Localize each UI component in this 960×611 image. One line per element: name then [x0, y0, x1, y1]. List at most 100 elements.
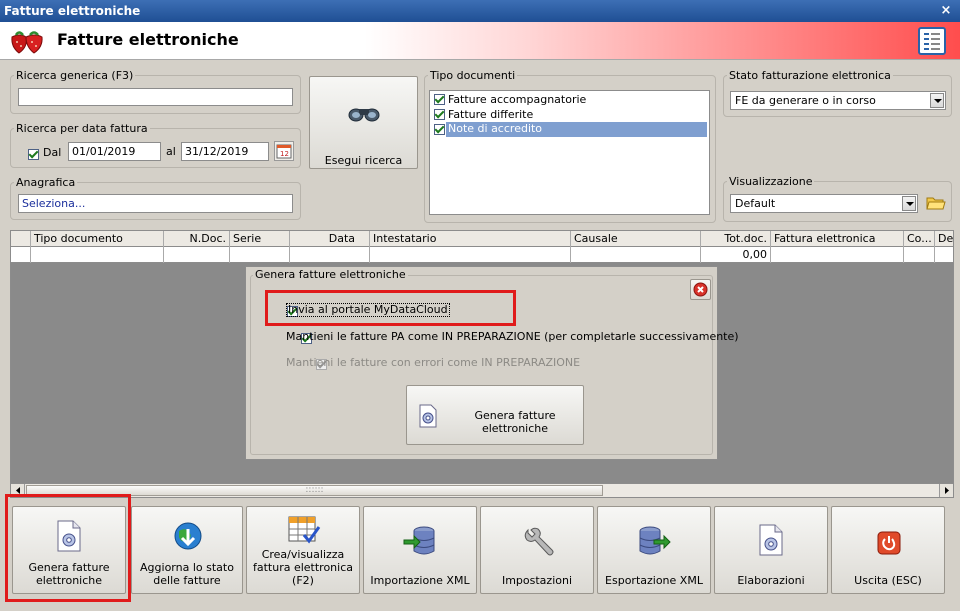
document-type-label: Note di accredito	[446, 122, 707, 137]
einvoice-status-value: FE da generare o in corso	[735, 94, 876, 107]
document-type-checkbox[interactable]	[434, 94, 445, 105]
date-to-input[interactable]: 31/12/2019	[181, 142, 269, 161]
dialog-close-button[interactable]	[690, 279, 711, 300]
grid-total-value: 0,00	[701, 247, 771, 263]
window-close-icon[interactable]: ×	[938, 3, 954, 19]
import-xml-button[interactable]: Importazione XML	[363, 506, 477, 594]
grid-column-header[interactable]: Serie	[230, 231, 290, 247]
view-select[interactable]: Default	[730, 194, 918, 213]
einvoice-status-legend: Stato fatturazione elettronica	[729, 69, 891, 82]
grid-header: Tipo documento N.Doc. Serie Data Intesta…	[10, 230, 954, 247]
grid-cell	[935, 247, 953, 263]
update-status-label: Aggiorna lo stato delle fatture	[140, 561, 234, 587]
document-type-item-selected[interactable]: Note di accredito	[430, 122, 709, 137]
einvoice-status-select[interactable]: FE da generare o in corso	[730, 91, 946, 110]
export-xml-button[interactable]: Esportazione XML	[597, 506, 711, 594]
exit-label: Uscita (ESC)	[854, 574, 922, 587]
anagrafica-legend: Anagrafica	[16, 176, 76, 189]
date-from-label: Dal	[43, 146, 62, 159]
grid-total-row: 0,00	[10, 247, 954, 263]
horizontal-scrollbar[interactable]: ::::::	[10, 483, 954, 498]
grid-column-header[interactable]: Tot.doc.	[701, 231, 771, 247]
keep-pa-preparation-label: Mantieni le fatture PA come IN PREPARAZI…	[286, 330, 739, 343]
chevron-down-icon[interactable]	[930, 93, 944, 108]
window-titlebar: Fatture elettroniche	[0, 0, 960, 22]
grid-column-header[interactable]: N.Doc.	[164, 231, 230, 247]
document-type-item[interactable]: Fatture accompagnatorie	[430, 92, 709, 107]
document-type-checkbox[interactable]	[434, 109, 445, 120]
wrench-icon	[524, 527, 554, 556]
search-button-label: Esegui ricerca	[324, 154, 403, 167]
folder-icon	[926, 197, 946, 210]
grid-column-header[interactable]: Intestatario	[370, 231, 571, 247]
highlight-generate-button	[5, 494, 131, 602]
document-gear-icon	[759, 524, 783, 556]
chevron-down-icon[interactable]	[902, 196, 916, 211]
create-view-einvoice-label: Crea/visualizza fattura elettronica (F2)	[252, 548, 353, 587]
document-type-checkbox[interactable]	[434, 124, 445, 135]
grid-cell	[230, 247, 290, 263]
document-type-list: Fatture accompagnatorie Fatture differit…	[429, 90, 710, 215]
grid-cell	[370, 247, 571, 263]
generic-search-input[interactable]	[18, 88, 293, 106]
processing-label: Elaborazioni	[737, 574, 805, 587]
document-type-label: Fatture differite	[448, 108, 534, 121]
settings-button[interactable]: Impostazioni	[480, 506, 594, 594]
exit-button[interactable]: Uscita (ESC)	[831, 506, 945, 594]
scroll-right-button[interactable]	[939, 484, 953, 497]
processing-button[interactable]: Elaborazioni	[714, 506, 828, 594]
grid-cell	[571, 247, 701, 263]
table-check-icon	[288, 516, 321, 544]
date-from-input[interactable]: 01/01/2019	[68, 142, 161, 161]
create-view-einvoice-button[interactable]: Crea/visualizza fattura elettronica (F2)	[246, 506, 360, 594]
export-xml-label: Esportazione XML	[605, 574, 703, 587]
grid-column-header[interactable]: Co...	[904, 231, 935, 247]
calendar-button[interactable]: 12	[274, 141, 294, 161]
update-status-button[interactable]: Aggiorna lo stato delle fatture	[131, 506, 243, 594]
grid-cell	[290, 247, 370, 263]
list-icon	[924, 33, 940, 50]
view-legend: Visualizzazione	[729, 175, 813, 188]
view-value: Default	[735, 197, 776, 210]
grid-cell	[771, 247, 904, 263]
database-export-icon	[639, 526, 671, 555]
import-xml-label: Importazione XML	[370, 574, 470, 587]
strawberry-logo-icon	[8, 27, 48, 55]
svg-text:12: 12	[280, 150, 289, 158]
arrow-right-icon	[945, 487, 949, 494]
search-button[interactable]: Esegui ricerca	[309, 76, 418, 169]
date-to-label: al	[166, 145, 176, 158]
date-search-legend: Ricerca per data fattura	[16, 122, 148, 135]
binoculars-icon	[348, 108, 380, 122]
dialog-generate-label: Genera fatture elettroniche	[474, 409, 556, 435]
grid-cell	[904, 247, 935, 263]
page-title: Fatture elettroniche	[57, 30, 239, 49]
document-type-legend: Tipo documenti	[430, 69, 516, 82]
grid-column-header[interactable]: Fattura elettronica	[771, 231, 904, 247]
highlight-send-option	[265, 290, 516, 326]
open-folder-button[interactable]	[925, 192, 946, 213]
grid-column-selector	[11, 231, 31, 247]
power-icon	[877, 531, 901, 555]
close-icon	[693, 282, 708, 297]
list-menu-button[interactable]	[918, 27, 946, 55]
calendar-icon: 12	[276, 144, 292, 159]
window-title: Fatture elettroniche	[4, 4, 141, 18]
grid-cell	[31, 247, 164, 263]
date-from-checkbox[interactable]	[28, 148, 39, 160]
anagrafica-select[interactable]: Seleziona...	[18, 194, 293, 213]
grid-cell	[164, 247, 230, 263]
globe-download-icon	[174, 522, 202, 550]
grid-column-header[interactable]: Tipo documento	[31, 231, 164, 247]
dialog-generate-button[interactable]: Genera fatture elettroniche	[406, 385, 584, 445]
grid-column-header[interactable]: Causale	[571, 231, 701, 247]
grid-column-header[interactable]: Des	[935, 231, 953, 247]
document-gear-icon	[419, 404, 437, 428]
settings-label: Impostazioni	[501, 574, 573, 587]
grid-column-header[interactable]: Data	[290, 231, 370, 247]
keep-errors-preparation-label: Mantieni le fatture con errori come IN P…	[286, 356, 581, 369]
database-import-icon	[403, 526, 435, 555]
generate-dialog-title: Genera fatture elettroniche	[253, 268, 408, 281]
document-type-item[interactable]: Fatture differite	[430, 107, 709, 122]
document-type-label: Fatture accompagnatorie	[448, 93, 587, 106]
